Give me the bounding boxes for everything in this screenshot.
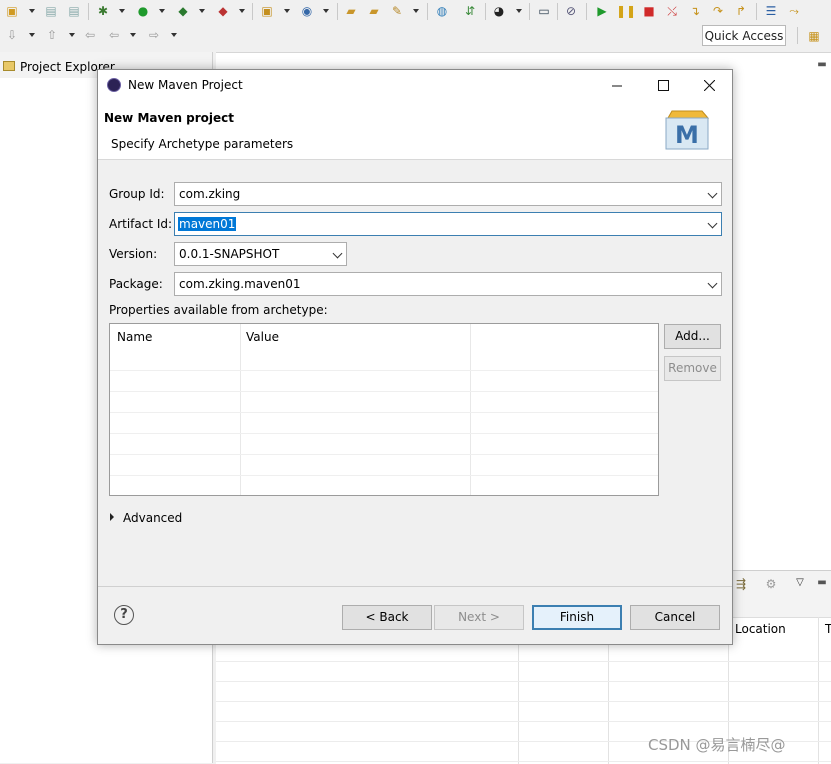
minimize-panel-icon[interactable]: ▬ — [814, 575, 830, 591]
new-java-project-icon[interactable]: ▣ — [259, 3, 275, 19]
package-combo[interactable]: com.zking.maven01 — [174, 272, 722, 296]
dialog-title: New Maven Project — [128, 78, 243, 92]
new-icon[interactable]: ▣ — [4, 3, 20, 19]
expand-arrow-icon[interactable] — [110, 513, 114, 521]
footer-divider — [98, 586, 732, 587]
add-button[interactable]: Add... — [664, 324, 721, 349]
view-menu-icon[interactable]: ▽ — [792, 575, 808, 591]
wizard-subtitle: Specify Archetype parameters — [111, 137, 294, 151]
user-icon[interactable]: ◕ — [491, 3, 507, 19]
terminate-icon[interactable]: ■ — [641, 3, 657, 19]
save-icon[interactable]: ▤ — [43, 3, 59, 19]
last-edit-location-icon[interactable]: ⇦ — [82, 27, 98, 43]
group-id-label: Group Id: — [109, 187, 165, 201]
back-button[interactable]: < Back — [342, 605, 432, 630]
minimize-icon[interactable] — [594, 70, 640, 101]
maven-logo-icon: M — [665, 110, 710, 150]
step-into-icon[interactable]: ↴ — [687, 3, 703, 19]
new-maven-project-dialog: New Maven Project New Maven project Spec… — [97, 69, 733, 645]
artifact-id-value: maven01 — [178, 217, 237, 231]
dialog-titlebar[interactable]: New Maven Project — [98, 70, 732, 101]
refactor-icon[interactable]: ⇵ — [462, 3, 478, 19]
open-perspective-icon[interactable]: ▦ — [806, 28, 822, 44]
open-type-icon[interactable]: ▰ — [343, 3, 359, 19]
package-label: Package: — [109, 277, 163, 291]
properties-table[interactable]: Name Value — [109, 323, 659, 496]
group-id-combo[interactable]: com.zking — [174, 182, 722, 206]
cancel-button[interactable]: Cancel — [630, 605, 720, 630]
outline-icon[interactable]: ☰ — [763, 3, 779, 19]
open-resource-icon[interactable]: ▰ — [366, 3, 382, 19]
resume-icon[interactable]: ▶ — [594, 3, 610, 19]
quick-access-field[interactable]: Quick Access — [702, 25, 786, 46]
step-return-icon[interactable]: ↱ — [733, 3, 749, 19]
chevron-down-icon[interactable] — [332, 248, 343, 259]
properties-label: Properties available from archetype: — [109, 303, 328, 317]
close-icon[interactable] — [686, 70, 732, 101]
back-icon[interactable]: ⇦ — [106, 27, 122, 43]
help-icon[interactable]: ? — [114, 605, 134, 625]
column-header-location[interactable]: Location — [735, 622, 786, 636]
version-combo[interactable]: 0.0.1-SNAPSHOT — [174, 242, 347, 266]
suspend-icon[interactable]: ❚❚ — [616, 3, 636, 19]
folder-icon — [3, 61, 15, 71]
eclipse-icon — [107, 78, 121, 92]
column-header-value[interactable]: Value — [246, 330, 279, 344]
forward-icon[interactable]: ⇨ — [146, 27, 162, 43]
group-id-value: com.zking — [179, 187, 241, 201]
column-header-name[interactable]: Name — [117, 330, 152, 344]
coverage-icon[interactable]: ◆ — [175, 3, 191, 19]
minimize-view-icon[interactable]: ▬ — [814, 57, 830, 73]
panel-tool-icon[interactable]: ⇶ — [733, 576, 749, 592]
chevron-down-icon[interactable] — [707, 278, 718, 289]
advanced-label: Advanced — [123, 511, 183, 525]
artifact-id-combo[interactable]: maven01 — [174, 212, 722, 236]
globe-icon[interactable]: ◍ — [434, 3, 450, 19]
main-toolbar: ▣ ▤ ▤ ✱ ● ◆ ◆ ▣ ◉ ▰ ▰ ✎ ◍ ⇵ ◕ ▭ ⊘ ▶ ❚❚ ■… — [0, 0, 831, 24]
step-over-icon[interactable]: ↷ — [710, 3, 726, 19]
maximize-icon[interactable] — [640, 70, 686, 101]
save-all-icon[interactable]: ▤ — [66, 3, 82, 19]
use-step-filters-icon[interactable]: ⤳ — [786, 3, 802, 19]
console-icon[interactable]: ▭ — [536, 3, 552, 19]
column-header-type[interactable]: T — [825, 622, 831, 636]
wizard-title: New Maven project — [104, 111, 235, 125]
next-button[interactable]: Next > — [434, 605, 524, 630]
version-label: Version: — [109, 247, 158, 261]
skip-breakpoints-icon[interactable]: ⊘ — [563, 3, 579, 19]
previous-annotation-icon[interactable]: ⇧ — [44, 27, 60, 43]
chevron-down-icon[interactable] — [707, 188, 718, 199]
disconnect-icon[interactable]: ⤯ — [664, 3, 680, 19]
package-value: com.zking.maven01 — [179, 277, 301, 291]
maven-logo-letter: M — [675, 121, 699, 149]
finish-button[interactable]: Finish — [532, 605, 622, 630]
version-value: 0.0.1-SNAPSHOT — [179, 247, 280, 261]
debug-icon[interactable]: ✱ — [95, 3, 111, 19]
remove-button[interactable]: Remove — [664, 356, 721, 381]
external-tools-icon[interactable]: ◆ — [215, 3, 231, 19]
wizard-banner: New Maven project Specify Archetype para… — [98, 101, 732, 160]
run-icon[interactable]: ● — [135, 3, 151, 19]
watermark: CSDN @易言楠尽@ — [648, 736, 786, 754]
next-annotation-icon[interactable]: ⇩ — [4, 27, 20, 43]
search-tools-icon[interactable]: ✎ — [389, 3, 405, 19]
panel-config-icon[interactable]: ⚙ — [763, 576, 779, 592]
artifact-id-label: Artifact Id: — [109, 217, 173, 231]
chevron-down-icon[interactable] — [707, 218, 718, 229]
new-class-icon[interactable]: ◉ — [299, 3, 315, 19]
